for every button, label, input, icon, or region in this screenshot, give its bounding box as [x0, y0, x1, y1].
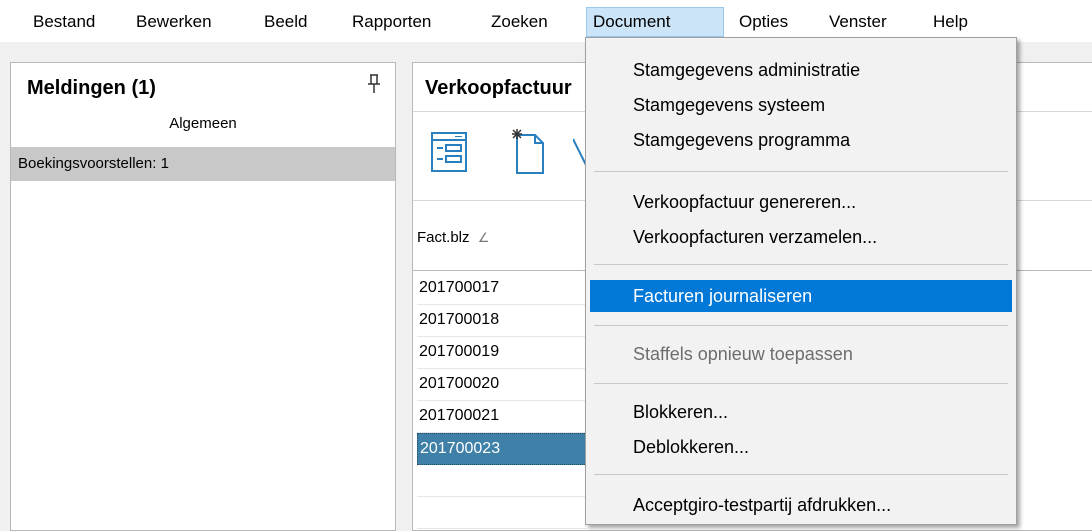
menu-item-staffels-opnieuw-toepassen: Staffels opnieuw toepassen	[633, 344, 853, 364]
table-row-empty[interactable]	[417, 497, 587, 529]
table-row[interactable]: 201700019	[417, 337, 587, 369]
meldingen-title: Meldingen (1)	[27, 77, 156, 99]
menu-rapporten[interactable]: Rapporten	[346, 7, 437, 37]
menu-document[interactable]: Document	[586, 7, 724, 37]
form-view-icon[interactable]	[429, 127, 469, 177]
menu-item-stamgegevens-programma[interactable]: Stamgegevens programma	[590, 124, 1012, 156]
sort-ascending-icon: ∠	[477, 230, 490, 245]
menu-venster[interactable]: Venster	[823, 7, 893, 37]
menu-item-acceptgiro-testpartij-afdrukken[interactable]: Acceptgiro-testpartij afdrukken...	[590, 489, 1012, 521]
table-row[interactable]: 201700020	[417, 369, 587, 401]
menu-separator	[594, 264, 1008, 265]
menu-separator	[594, 383, 1008, 384]
new-document-icon[interactable]	[509, 127, 549, 177]
menu-zoeken[interactable]: Zoeken	[485, 7, 554, 37]
table-row-empty[interactable]	[417, 465, 587, 497]
table-row[interactable]: 201700018	[417, 305, 587, 337]
menu-item-verkoopfacturen-verzamelen[interactable]: Verkoopfacturen verzamelen...	[590, 221, 1012, 253]
menu-item-deblokkeren[interactable]: Deblokkeren...	[590, 431, 1012, 463]
menu-item-stamgegevens-systeem[interactable]: Stamgegevens systeem	[590, 89, 1012, 121]
menu-opties[interactable]: Opties	[733, 7, 794, 37]
meldingen-panel: Meldingen (1) Algemeen Boekingsvoorstell…	[10, 62, 396, 531]
panel-title: Verkoopfactuur	[425, 77, 572, 99]
column-header-label: Fact.blz	[417, 229, 470, 246]
column-header-fact-blz[interactable]: Fact.blz ∠	[417, 229, 489, 246]
menu-item-stamgegevens-administratie[interactable]: Stamgegevens administratie	[590, 54, 1012, 86]
table-row[interactable]: 201700021	[417, 401, 587, 433]
menu-beeld[interactable]: Beeld	[258, 7, 313, 37]
menu-bestand[interactable]: Bestand	[27, 7, 101, 37]
menu-separator	[594, 171, 1008, 172]
tab-algemeen[interactable]: Algemeen	[11, 115, 395, 132]
notification-row[interactable]: Boekingsvoorstellen: 1	[11, 147, 395, 181]
table-row[interactable]: 201700017	[417, 273, 587, 305]
menu-bewerken[interactable]: Bewerken	[130, 7, 218, 37]
menu-item-blokkeren[interactable]: Blokkeren...	[590, 396, 1012, 428]
menu-item-verkoopfactuur-genereren[interactable]: Verkoopfactuur genereren...	[590, 186, 1012, 218]
table-row-selected[interactable]: 201700023	[417, 433, 587, 465]
menu-separator	[594, 474, 1008, 475]
menu-item-facturen-journaliseren[interactable]: Facturen journaliseren	[590, 280, 1012, 312]
menu-help[interactable]: Help	[927, 7, 974, 37]
menu-separator	[594, 325, 1008, 326]
pin-icon[interactable]	[365, 73, 383, 95]
document-menu-dropdown: Stamgegevens administratie Stamgegevens …	[585, 37, 1017, 525]
menu-bar: Bestand Bewerken Beeld Rapporten Zoeken …	[0, 0, 1092, 42]
